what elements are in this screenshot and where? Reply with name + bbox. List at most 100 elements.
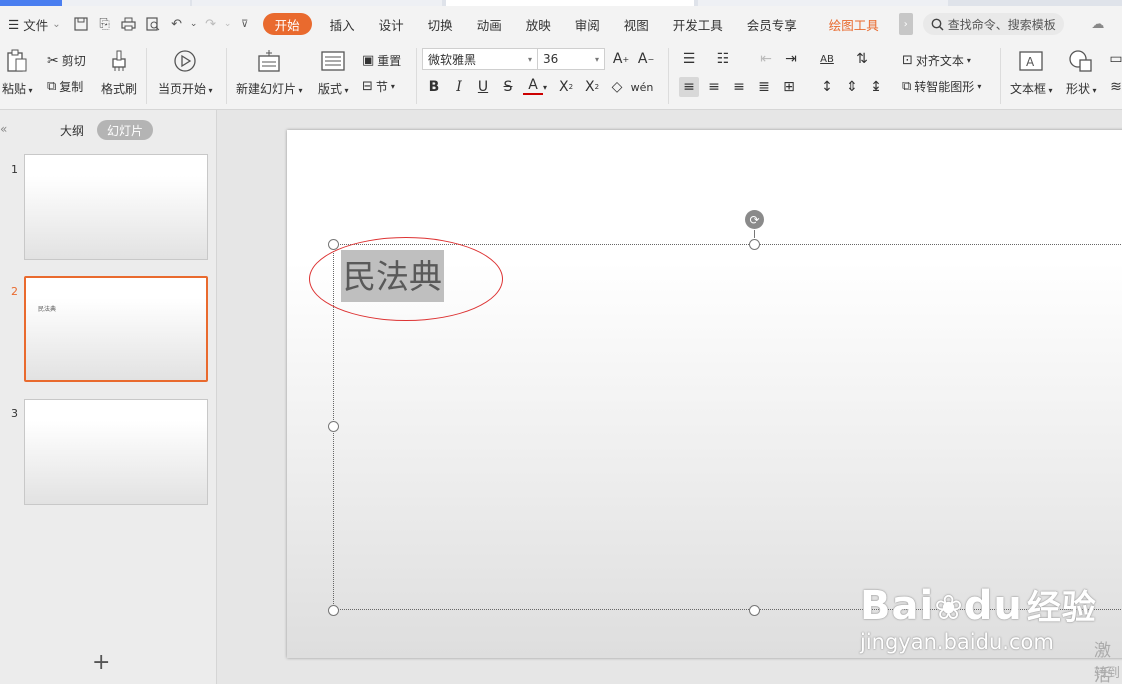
resize-handle-top[interactable] <box>749 239 760 250</box>
subscript-icon[interactable]: X2 <box>582 77 602 97</box>
from-current-slide-button[interactable]: 当页开始 ▾ <box>158 48 213 97</box>
slide-thumbnail-1[interactable] <box>24 154 208 260</box>
new-slide-label: 新建幻灯片 <box>236 82 297 96</box>
strikethrough-icon[interactable]: S <box>498 77 518 97</box>
reset-icon: ▣ <box>362 53 375 68</box>
tab-design[interactable]: 设计 <box>367 12 416 36</box>
undo-dropdown-icon[interactable]: ⌄ <box>189 12 199 36</box>
paste-button[interactable]: 粘贴 ▾ <box>2 48 33 97</box>
spacing-options-icon[interactable]: ↨ <box>866 77 886 97</box>
shape-label: 形状 <box>1066 82 1091 96</box>
picture-icon[interactable]: ▭ <box>1106 49 1122 69</box>
tab-animations[interactable]: 动画 <box>465 12 514 36</box>
paw-icon: ❀ <box>934 588 964 628</box>
cut-button[interactable]: ✂ 剪切 <box>47 52 86 69</box>
slide-thumbnail-3[interactable] <box>24 399 208 505</box>
play-icon <box>172 48 198 74</box>
resize-handle-left[interactable] <box>328 421 339 432</box>
font-name-value: 微软雅黑 <box>428 52 477 67</box>
paragraph-spacing-icon[interactable]: ⇕ <box>842 77 862 97</box>
arrange-icon[interactable]: ≋ <box>1106 77 1122 97</box>
align-text-icon: ⊡ <box>902 53 913 68</box>
superscript-icon[interactable]: X2 <box>556 77 576 97</box>
align-text-button[interactable]: ⊡ 对齐文本 ▾ <box>902 52 971 69</box>
phonetic-guide-icon[interactable]: wén <box>631 77 654 97</box>
align-right-icon[interactable]: ≡ <box>729 77 749 97</box>
clear-format-icon[interactable]: ◇ <box>607 77 627 97</box>
line-spacing-icon[interactable]: ↕ <box>817 77 837 97</box>
numbered-list-icon[interactable]: ☷ <box>713 49 733 69</box>
resize-handle-bottom-left[interactable] <box>328 605 339 616</box>
format-painter-button[interactable]: 格式刷 <box>101 48 137 97</box>
text-direction-icon[interactable]: AB <box>817 49 837 69</box>
increase-indent-icon[interactable]: ⇥ <box>781 49 801 69</box>
copy-label: 复制 <box>59 80 84 94</box>
add-slide-icon[interactable]: + <box>92 650 110 675</box>
align-left-icon[interactable]: ≡ <box>679 77 699 97</box>
rotate-connector <box>754 230 755 238</box>
print-preview-icon[interactable] <box>141 12 165 36</box>
tab-review[interactable]: 审阅 <box>563 12 612 36</box>
hamburger-icon: ☰ <box>8 16 20 32</box>
tab-insert[interactable]: 插入 <box>318 12 367 36</box>
search-placeholder: 查找命令、搜索模板 <box>947 17 1056 32</box>
font-name-select[interactable]: 微软雅黑 ▾ <box>422 48 538 70</box>
font-color-dropdown-icon[interactable]: ▾ <box>540 77 550 97</box>
redo-icon[interactable]: ↷ <box>199 12 223 36</box>
font-size-select[interactable]: 36 ▾ <box>537 48 605 70</box>
justify-icon[interactable]: ≣ <box>754 77 774 97</box>
bold-icon[interactable]: B <box>424 77 444 97</box>
slide-navigation-panel: « 大纲 幻灯片 1 2 民法典 3 + <box>0 110 217 684</box>
collapse-panel-icon[interactable]: « <box>0 122 7 136</box>
tab-outline[interactable]: 大纲 <box>55 120 89 140</box>
save-icon[interactable] <box>69 12 93 36</box>
tab-home[interactable]: 开始 <box>262 13 312 35</box>
tab-view[interactable]: 视图 <box>612 12 661 36</box>
increase-font-size-icon[interactable]: A + <box>611 49 631 69</box>
customize-quick-access-icon[interactable]: ⊽ <box>233 12 257 36</box>
text-box-icon: A <box>1018 48 1044 74</box>
menu-bar: ☰ 文件 ⌄ ⎘ ↶ ⌄ ↷ ⌄ ⊽ 开始 插入 设计 切换 动画 放映 审阅 … <box>0 6 1122 42</box>
print-icon[interactable] <box>117 12 141 36</box>
layout-button[interactable]: 版式 ▾ <box>318 48 349 97</box>
tab-member[interactable]: 会员专享 <box>735 12 809 36</box>
current-slide[interactable]: ⟳ 民法典 <box>287 130 1122 658</box>
decrease-indent-icon[interactable]: ⇤ <box>756 49 776 69</box>
section-button[interactable]: ⊟ 节 ▾ <box>362 78 395 95</box>
resize-handle-bottom[interactable] <box>749 605 760 616</box>
bullet-list-icon[interactable]: ☰ <box>679 49 699 69</box>
text-box-button[interactable]: A 文本框 ▾ <box>1010 48 1053 97</box>
align-center-icon[interactable]: ≡ <box>704 77 724 97</box>
cloud-icon[interactable]: ☁ <box>1086 12 1110 36</box>
decrease-font-size-icon[interactable]: A − <box>636 49 656 69</box>
new-slide-button[interactable]: 新建幻灯片 ▾ <box>236 48 303 97</box>
file-menu-label: 文件 <box>23 17 49 33</box>
distributed-align-icon[interactable]: ⊞ <box>779 77 799 97</box>
slide-number: 3 <box>11 407 18 420</box>
tab-slideshow[interactable]: 放映 <box>514 12 563 36</box>
slide-thumbnail-2[interactable]: 民法典 <box>24 276 208 382</box>
tab-drawing-tools[interactable]: 绘图工具 <box>809 12 899 36</box>
tab-slides[interactable]: 幻灯片 <box>97 120 154 140</box>
rotate-handle-icon[interactable]: ⟳ <box>745 210 764 229</box>
tab-transitions[interactable]: 切换 <box>416 12 465 36</box>
underline-icon[interactable]: U <box>473 77 493 97</box>
output-pdf-icon[interactable]: ⎘ <box>93 12 117 36</box>
file-menu[interactable]: ☰ 文件 ⌄ <box>0 12 69 36</box>
smart-art-label: 转智能图形 <box>914 80 975 94</box>
reset-button[interactable]: ▣ 重置 <box>362 52 401 69</box>
sort-direction-icon[interactable]: ⇅ <box>852 49 872 69</box>
ribbon-separator <box>668 48 669 104</box>
tab-developer[interactable]: 开发工具 <box>661 12 735 36</box>
italic-icon[interactable]: I <box>449 77 469 97</box>
convert-smartart-button[interactable]: ⧉ 转智能图形 ▾ <box>902 78 981 95</box>
copy-button[interactable]: ⧉ 复制 <box>47 78 83 95</box>
ribbon-separator <box>416 48 417 104</box>
ribbon-home: 粘贴 ▾ ✂ 剪切 ⧉ 复制 格式刷 当页开始 ▾ 新建幻灯片 ▾ 版式 ▾ ▣ <box>0 42 1122 110</box>
shape-button[interactable]: 形状 ▾ <box>1066 48 1097 97</box>
paste-icon <box>4 48 30 74</box>
command-search[interactable]: 查找命令、搜索模板 <box>922 13 1064 35</box>
redo-dropdown-icon[interactable]: ⌄ <box>223 12 233 36</box>
more-tabs-icon[interactable]: › <box>898 13 913 35</box>
undo-icon[interactable]: ↶ <box>165 12 189 36</box>
